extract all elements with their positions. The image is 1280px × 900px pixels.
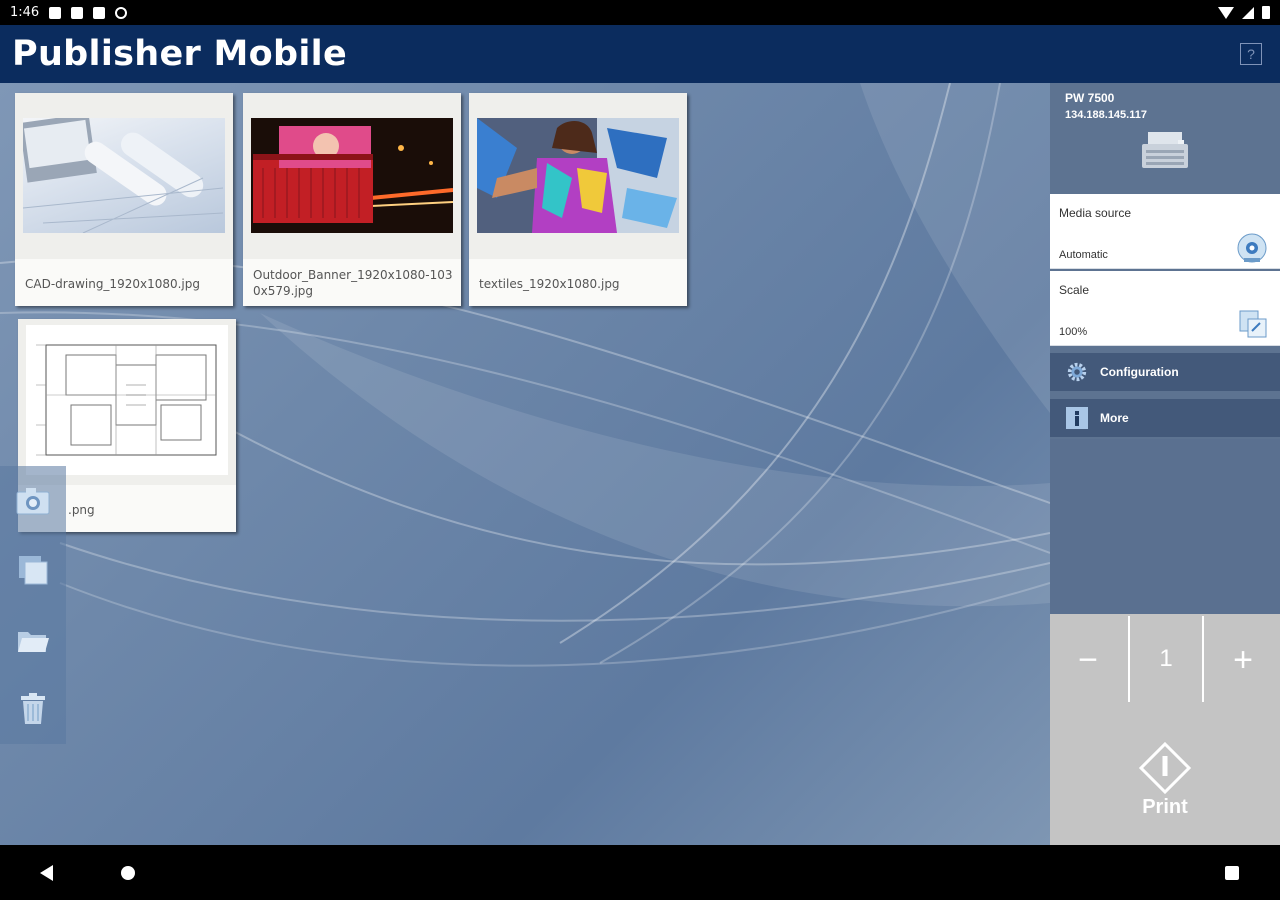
copies-count: 1 — [1128, 616, 1204, 702]
increase-copies-button[interactable]: + — [1206, 614, 1280, 706]
back-icon[interactable] — [40, 865, 53, 881]
folder-icon — [18, 631, 49, 652]
signal-icon — [1242, 6, 1254, 19]
media-source-value: Automatic — [1059, 249, 1108, 261]
camera-button[interactable] — [0, 466, 66, 536]
configuration-row[interactable]: Configuration — [1050, 353, 1280, 391]
info-icon — [1066, 407, 1088, 429]
notification-icon — [49, 6, 62, 19]
print-button[interactable]: Print — [1050, 742, 1280, 853]
trash-icon — [21, 693, 45, 725]
file-tile-cad-drawing[interactable]: CAD-drawing_1920x1080.jpg — [15, 93, 233, 306]
file-tile-textiles[interactable]: textiles_1920x1080.jpg — [469, 93, 687, 306]
app-title: Publisher Mobile — [12, 34, 348, 74]
panel-spacer — [1050, 439, 1280, 614]
configuration-label: Configuration — [1100, 365, 1179, 379]
camera-icon — [16, 487, 50, 515]
scale-value: 100% — [1059, 326, 1088, 338]
gallery-icon — [19, 556, 48, 585]
app-header: Publisher Mobile ? — [0, 25, 1280, 83]
gallery-button[interactable] — [0, 536, 66, 606]
folder-button[interactable] — [0, 605, 66, 675]
file-thumbnail — [243, 93, 461, 259]
recent-apps-icon[interactable] — [1225, 866, 1239, 880]
scale-icon — [1239, 310, 1267, 338]
file-name: textiles_1920x1080.jpg — [479, 277, 620, 291]
printer-selector[interactable]: PW 7500 134.188.145.117 — [1050, 83, 1280, 193]
file-thumbnail — [469, 93, 687, 259]
battery-icon — [1262, 6, 1270, 19]
media-roll-icon — [1237, 233, 1267, 263]
file-tile-outdoor-banner[interactable]: Outdoor_Banner_1920x1080-1030x579.jpg — [243, 93, 461, 306]
print-icon — [1139, 742, 1191, 794]
settings-circle-icon — [115, 6, 128, 19]
printer-name: PW 7500 — [1065, 91, 1115, 105]
status-time: 1:46 — [10, 5, 40, 20]
mail-icon — [71, 6, 84, 19]
print-label: Print — [1142, 796, 1188, 818]
file-name: .png — [68, 503, 95, 517]
file-thumbnail — [18, 319, 236, 485]
media-source-label: Media source — [1059, 206, 1132, 220]
printer-icon — [1142, 132, 1188, 168]
file-thumbnail — [15, 93, 233, 259]
media-source-setting[interactable]: Media source Automatic — [1050, 194, 1280, 269]
delete-button[interactable] — [0, 675, 66, 745]
file-browser-area: CAD-drawing_1920x1080.jpg Outdoor_Banner… — [0, 83, 1050, 845]
left-toolbar — [0, 466, 66, 744]
cad-drawing-image — [23, 118, 225, 233]
print-settings-panel: PW 7500 134.188.145.117 Media source Aut… — [1050, 83, 1280, 845]
sd-card-icon — [93, 6, 106, 19]
textiles-image — [477, 118, 679, 233]
help-icon: ? — [1247, 46, 1255, 62]
status-bar: 1:46 — [0, 0, 1280, 25]
gear-icon — [1066, 361, 1088, 383]
outdoor-banner-image — [251, 118, 453, 233]
more-row[interactable]: More — [1050, 399, 1280, 437]
file-name: CAD-drawing_1920x1080.jpg — [25, 277, 200, 291]
more-label: More — [1100, 411, 1129, 425]
scale-setting[interactable]: Scale 100% — [1050, 271, 1280, 346]
wifi-icon — [1218, 6, 1234, 19]
navigation-bar — [0, 845, 1280, 900]
help-button[interactable]: ? — [1240, 43, 1262, 65]
scale-label: Scale — [1059, 283, 1090, 297]
home-icon[interactable] — [121, 866, 135, 880]
printer-ip: 134.188.145.117 — [1065, 109, 1147, 121]
decrease-copies-button[interactable]: − — [1050, 614, 1126, 706]
copies-counter: − 1 + Print — [1050, 614, 1280, 845]
floorplan-image — [26, 325, 228, 475]
app-screen: 1:46 Publisher Mobile ? CAD-drawing_1920… — [0, 0, 1280, 900]
file-name: Outdoor_Banner_1920x1080-1030x579.jpg — [253, 268, 453, 298]
